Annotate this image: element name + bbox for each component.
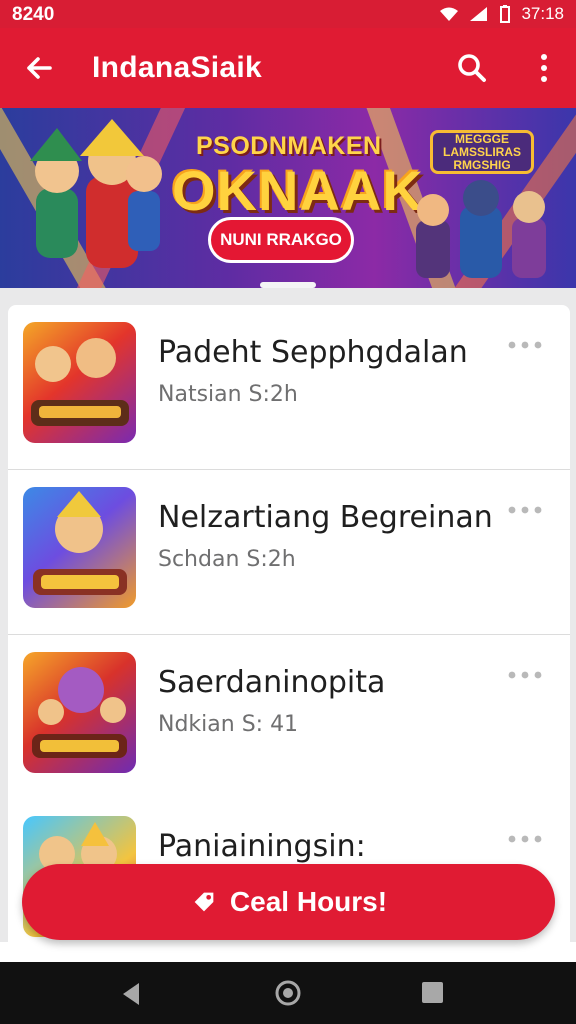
- game-meta: Ndkian S: 41: [158, 712, 299, 737]
- game-title: Padeht Sepphgdalan: [158, 335, 468, 370]
- more-horiz-icon[interactable]: [506, 669, 544, 681]
- status-right: 37:18: [439, 4, 564, 24]
- signal-icon: [470, 7, 488, 21]
- page-title: IndanaSiaik: [92, 51, 263, 84]
- game-thumbnail: [23, 487, 136, 608]
- deal-hours-label: Ceal Hours!: [229, 886, 388, 917]
- banner-headline: OKNAAK: [172, 159, 424, 222]
- warrior-characters-illustration: [416, 180, 546, 278]
- status-time-right: 37:18: [521, 4, 564, 23]
- banner-badge: MEGGGE LAMSSLIRAS RMGSHIG: [430, 130, 534, 174]
- more-horiz-icon[interactable]: [506, 833, 544, 845]
- nav-recent-icon[interactable]: [420, 980, 445, 1005]
- list-footer: [0, 942, 576, 964]
- app-bar: IndanaSiaik: [0, 28, 576, 108]
- game-thumbnail: [23, 322, 136, 443]
- battery-icon: [500, 5, 511, 23]
- arrow-left-icon[interactable]: [20, 50, 56, 86]
- deal-hours-button[interactable]: Ceal Hours!: [22, 864, 555, 940]
- status-bar: 8240 37:18: [0, 0, 576, 28]
- more-vert-icon[interactable]: [532, 50, 556, 86]
- banner-page-indicator: [260, 282, 316, 288]
- more-horiz-icon[interactable]: [506, 339, 544, 351]
- more-horiz-icon[interactable]: [506, 504, 544, 516]
- game-title: Saerdaninopita: [158, 665, 386, 700]
- promo-banner[interactable]: PSODNMAKEN OKNAAK NUNI RRAKGO MEGGGE LAM…: [0, 108, 576, 288]
- search-icon[interactable]: [454, 50, 490, 86]
- banner-kicker: PSODNMAKEN: [196, 132, 382, 160]
- game-meta: Natsian S:2h: [158, 382, 298, 407]
- banner-cta-button[interactable]: NUNI RRAKGO: [208, 217, 354, 263]
- game-title: Nelzartiang Begreinan: [158, 500, 493, 535]
- game-meta: Schdan S:2h: [158, 547, 296, 572]
- status-time: 8240: [12, 4, 55, 25]
- hero-characters-illustration: [30, 119, 162, 268]
- list-item[interactable]: Saerdaninopita Ndkian S: 41: [8, 635, 570, 800]
- list-item[interactable]: Nelzartiang Begreinan Schdan S:2h: [8, 470, 570, 635]
- game-title: Paniainingsin:: [158, 829, 366, 864]
- banner-badge-text: MEGGGE LAMSSLIRAS RMGSHIG: [443, 131, 521, 172]
- nav-back-icon[interactable]: [117, 980, 145, 1008]
- list-item[interactable]: Padeht Sepphgdalan Natsian S:2h: [8, 305, 570, 470]
- game-thumbnail: [23, 652, 136, 773]
- tag-icon: [194, 892, 214, 912]
- wifi-icon: [440, 7, 459, 21]
- nav-home-icon[interactable]: [273, 978, 303, 1008]
